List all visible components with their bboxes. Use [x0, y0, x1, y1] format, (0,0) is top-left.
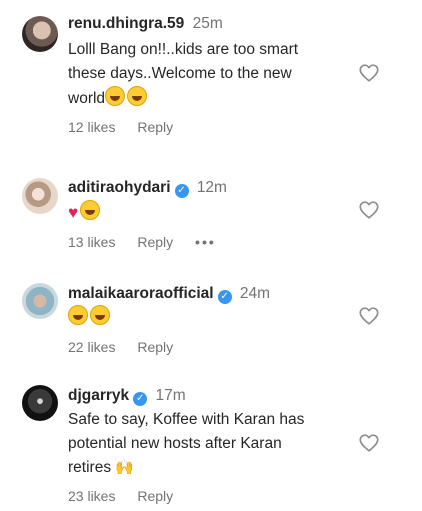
- avatar[interactable]: [22, 385, 58, 421]
- timestamp: 25m: [192, 15, 223, 32]
- comment-meta: 23 likes Reply: [68, 488, 191, 504]
- likes-count[interactable]: 12 likes: [68, 119, 115, 135]
- timestamp: 12m: [196, 179, 227, 196]
- comment-text: Lolll Bang on!!..kids are too smart thes…: [68, 38, 358, 111]
- comment-text: Safe to say, Koffee with Karan has poten…: [68, 408, 358, 480]
- username[interactable]: aditiraohydari: [68, 179, 171, 196]
- username[interactable]: malaikaaroraofficial: [68, 285, 214, 302]
- comment-text: [68, 305, 358, 330]
- verified-badge-icon: ✓: [133, 392, 148, 406]
- timestamp: 17m: [155, 387, 186, 404]
- reply-button[interactable]: Reply: [137, 234, 173, 250]
- avatar[interactable]: [22, 16, 58, 52]
- comment-text-line: Safe to say, Koffee with Karan has: [68, 411, 305, 428]
- username[interactable]: djgarryk: [68, 387, 129, 404]
- likes-count[interactable]: 13 likes: [68, 234, 115, 250]
- heart-icon[interactable]: [358, 432, 380, 454]
- heart-icon[interactable]: [358, 199, 380, 221]
- likes-count[interactable]: 23 likes: [68, 488, 115, 504]
- more-options-icon[interactable]: •••: [195, 234, 216, 250]
- grinning-sweat-emoji: [68, 305, 88, 325]
- comment-meta: 22 likes Reply: [68, 339, 191, 355]
- reply-button[interactable]: Reply: [137, 488, 173, 504]
- heart-icon[interactable]: [358, 305, 380, 327]
- comment-header: renu.dhingra.59 25m: [68, 14, 223, 34]
- comment-header: aditiraohydari ✓ 12m: [68, 178, 227, 198]
- heart-icon[interactable]: [358, 62, 380, 84]
- reply-button[interactable]: Reply: [137, 339, 173, 355]
- comment-meta: 12 likes Reply: [68, 119, 191, 135]
- comment-header: malaikaaroraofficial ✓ 24m: [68, 284, 270, 304]
- comment-text-line: world: [68, 90, 106, 107]
- comment-text-line: Lolll Bang on!!..kids are too smart: [68, 41, 299, 58]
- avatar[interactable]: [22, 178, 58, 214]
- timestamp: 24m: [239, 285, 271, 302]
- username[interactable]: renu.dhingra.59: [68, 15, 184, 32]
- verified-badge-icon: ✓: [217, 290, 232, 304]
- red-heart-emoji: ♥: [68, 203, 79, 222]
- likes-count[interactable]: 22 likes: [68, 339, 115, 355]
- comment-text-line: retires: [68, 459, 112, 476]
- comment-text-line: potential new hosts after Karan: [68, 435, 282, 452]
- verified-badge-icon: ✓: [174, 184, 189, 198]
- avatar[interactable]: [22, 283, 58, 319]
- comment-header: djgarryk ✓ 17m: [68, 386, 186, 406]
- grinning-sweat-emoji: [80, 200, 101, 220]
- grinning-sweat-emoji: [90, 305, 110, 325]
- raising-hands-emoji: 🙌: [115, 459, 135, 476]
- comment-text-line: these days..Welcome to the new: [68, 65, 292, 82]
- grinning-sweat-emoji: [127, 86, 148, 106]
- grinning-sweat-emoji: [105, 86, 126, 106]
- comment-meta: 13 likes Reply •••: [68, 234, 234, 250]
- comment-text: ♥: [68, 200, 358, 225]
- reply-button[interactable]: Reply: [137, 119, 173, 135]
